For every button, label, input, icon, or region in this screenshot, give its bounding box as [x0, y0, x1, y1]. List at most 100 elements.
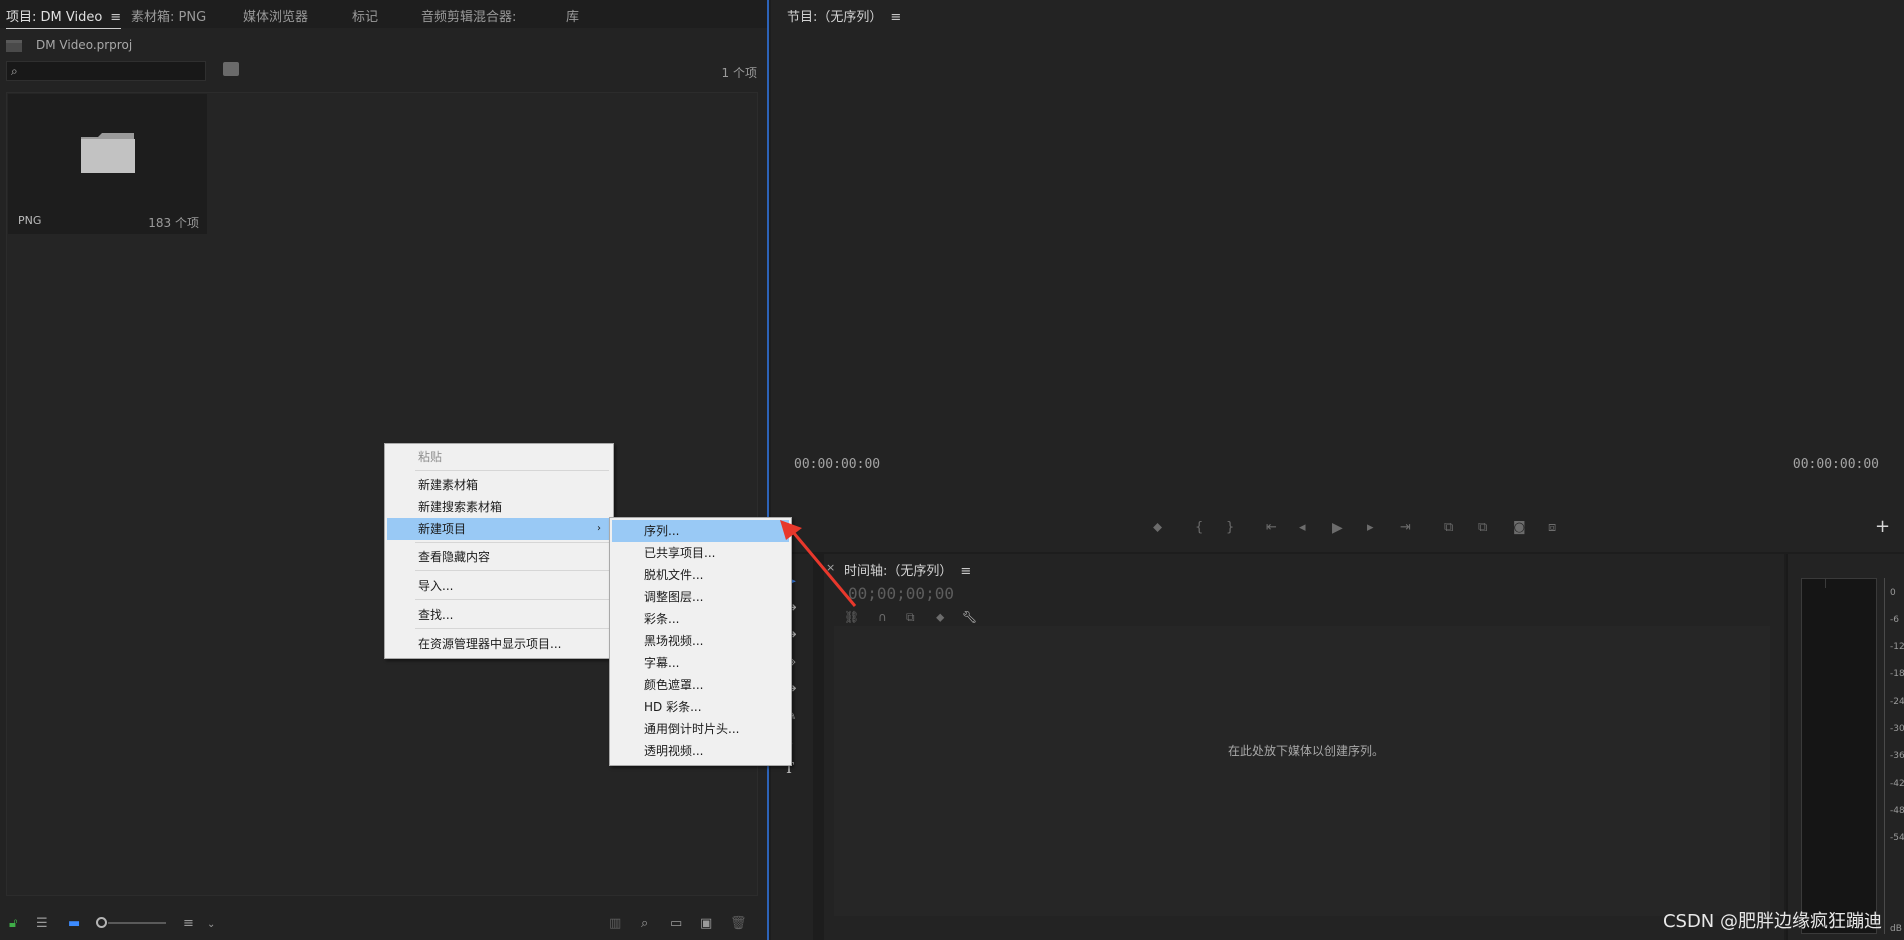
tab-libraries[interactable]: 库	[566, 6, 579, 25]
meter-scale-label: -30	[1890, 724, 1904, 734]
menu-item-view-hidden[interactable]: 查看隐藏内容	[387, 546, 611, 568]
folder-icon	[81, 133, 135, 173]
zoom-slider-track[interactable]	[108, 922, 166, 924]
new-bin-icon[interactable]: ▭	[670, 916, 682, 931]
tab-bin[interactable]: 素材箱: PNG	[131, 6, 206, 25]
icon-view-icon[interactable]: ▬	[68, 916, 80, 931]
submenu-item-shared-project[interactable]: 已共享项目...	[612, 542, 789, 564]
submenu-item-sequence[interactable]: 序列...	[612, 520, 789, 542]
search-input[interactable]: ⌕	[6, 61, 206, 81]
item-count: 1 个项	[721, 66, 757, 80]
menu-item-new-search-bin[interactable]: 新建搜索素材箱	[387, 496, 611, 518]
zoom-slider-knob[interactable]	[96, 917, 107, 928]
step-forward-icon[interactable]: ▸	[1367, 520, 1374, 535]
bin-item[interactable]: PNG 183 个项	[8, 94, 207, 234]
tab-audio-clip-mixer[interactable]: 音频剪辑混合器:	[421, 6, 516, 25]
submenu-item-hd-bars[interactable]: HD 彩条...	[612, 696, 789, 718]
context-menu: 粘贴 新建素材箱 新建搜索素材箱 新建项目 › 查看隐藏内容 导入... 查找..…	[384, 443, 614, 659]
new-item-submenu: 序列... 已共享项目... 脱机文件... 调整图层... 彩条... 黑场视…	[609, 517, 792, 766]
menu-item-find[interactable]: 查找...	[387, 604, 611, 626]
project-folder-icon	[6, 40, 22, 52]
menu-item-reveal-in-explorer[interactable]: 在资源管理器中显示项目...	[387, 633, 611, 655]
tab-project-label: 项目: DM Video	[6, 10, 103, 25]
meter-scale-label: -36	[1890, 751, 1904, 761]
panel-menu-icon[interactable]: ≡	[890, 10, 901, 25]
meter-scale-label: -12	[1890, 642, 1904, 652]
submenu-item-offline-file[interactable]: 脱机文件...	[612, 564, 789, 586]
project-tab-bar: 项目: DM Video ≡ 素材箱: PNG 媒体浏览器 标记 音频剪辑混合器:…	[0, 0, 767, 29]
playhead-timecode[interactable]: 00:00:00:00	[794, 457, 880, 472]
submenu-item-captions[interactable]: 字幕...	[612, 652, 789, 674]
bin-name: PNG	[18, 214, 42, 227]
meter-scale-label: -48	[1890, 806, 1904, 816]
project-content-area[interactable]: PNG 183 个项	[6, 92, 758, 896]
mark-out-icon[interactable]: }	[1226, 520, 1234, 535]
lock-icon[interactable]: 🔓︎	[9, 916, 17, 931]
find-icon[interactable]: ⌕	[641, 916, 648, 931]
submenu-item-bars-and-tone[interactable]: 彩条...	[612, 608, 789, 630]
meter-scale-label: -24	[1890, 697, 1904, 707]
timeline-title-label: 时间轴:（无序列）	[844, 564, 953, 579]
search-icon: ⌕	[11, 64, 18, 78]
program-monitor-title[interactable]: 节目:（无序列） ≡	[787, 6, 901, 25]
submenu-item-adjustment-layer[interactable]: 调整图层...	[612, 586, 789, 608]
new-search-bin-icon[interactable]	[223, 62, 239, 76]
extract-icon[interactable]: ⧉	[1478, 520, 1487, 535]
go-to-out-icon[interactable]: ⇥	[1400, 520, 1411, 535]
step-back-icon[interactable]: ◂	[1299, 520, 1306, 535]
trash-icon[interactable]: 🗑︎	[730, 916, 747, 931]
duration-timecode: 00:00:00:00	[1792, 457, 1879, 472]
go-to-in-icon[interactable]: ⇤	[1266, 520, 1277, 535]
submenu-item-transparent-video[interactable]: 透明视频...	[612, 740, 789, 762]
automate-to-sequence-icon[interactable]: ▥	[609, 916, 621, 931]
panel-menu-icon[interactable]: ≡	[110, 10, 121, 25]
lift-icon[interactable]: ⧉	[1444, 520, 1453, 535]
chevron-down-icon[interactable]: ⌄	[207, 919, 215, 930]
comparison-view-icon[interactable]: ⧈	[1548, 520, 1556, 535]
project-filename: DM Video.prproj	[36, 38, 133, 52]
tab-markers[interactable]: 标记	[352, 6, 378, 25]
add-marker-icon[interactable]: ⬥	[1153, 520, 1162, 535]
menu-item-paste[interactable]: 粘贴	[387, 446, 611, 468]
menu-item-new-item[interactable]: 新建项目 ›	[387, 518, 611, 540]
timeline-timecode[interactable]: 00;00;00;00	[848, 584, 954, 603]
menu-item-new-bin[interactable]: 新建素材箱	[387, 474, 611, 496]
menu-separator	[415, 542, 609, 543]
new-item-icon[interactable]: ▣	[700, 916, 712, 931]
annotation-arrow-icon	[780, 520, 857, 607]
meter-scale-label: dB	[1890, 924, 1902, 934]
program-monitor-panel: 节目:（无序列） ≡ 00:00:00:00 00:00:00:00 ⬥ { } …	[771, 0, 1904, 552]
watermark: CSDN @肥胖边缘疯狂蹦迪	[1662, 911, 1882, 932]
meter-scale-label: -54	[1890, 833, 1904, 843]
panel-menu-icon[interactable]: ≡	[960, 564, 971, 579]
insert-sequence-icon[interactable]: ⛓︎	[844, 610, 859, 624]
submenu-item-color-matte[interactable]: 颜色遮罩...	[612, 674, 789, 696]
wrench-icon[interactable]: 🔧︎	[962, 610, 977, 624]
tab-project[interactable]: 项目: DM Video ≡	[6, 6, 122, 29]
timeline-drop-area[interactable]: 在此处放下媒体以创建序列。	[834, 626, 1770, 916]
list-view-icon[interactable]: ☰	[36, 916, 48, 931]
menu-separator	[415, 570, 609, 571]
play-icon[interactable]: ▶	[1332, 520, 1343, 536]
timeline-title[interactable]: 时间轴:（无序列） ≡	[844, 560, 971, 579]
meter-scale-line	[1884, 578, 1885, 934]
linked-selection-icon[interactable]: ⧉	[906, 610, 915, 625]
menu-item-import[interactable]: 导入...	[387, 575, 611, 597]
meter-scale-label: -42	[1890, 779, 1904, 789]
add-marker-icon[interactable]: ⬥	[936, 610, 944, 625]
button-editor-add-icon[interactable]: +	[1875, 516, 1890, 537]
drop-hint: 在此处放下媒体以创建序列。	[1228, 744, 1385, 758]
sort-icon[interactable]: ≡	[183, 916, 194, 931]
chevron-right-icon: ›	[597, 523, 601, 534]
submenu-item-black-video[interactable]: 黑场视频...	[612, 630, 789, 652]
meter-scale-label: 0	[1890, 588, 1896, 598]
meter-scale-label: -18	[1890, 669, 1904, 679]
mark-in-icon[interactable]: {	[1195, 520, 1203, 535]
menu-separator	[415, 628, 609, 629]
export-frame-icon[interactable]: ◙	[1513, 520, 1526, 535]
audio-meters-panel: 0 -6 -12 -18 -24 -30 -36 -42 -48 -54 dB	[1786, 554, 1904, 940]
tab-media-browser[interactable]: 媒体浏览器	[243, 6, 308, 25]
submenu-item-countdown-leader[interactable]: 通用倒计时片头...	[612, 718, 789, 740]
audio-meter	[1801, 578, 1877, 934]
snap-icon[interactable]: ∩	[878, 610, 887, 624]
